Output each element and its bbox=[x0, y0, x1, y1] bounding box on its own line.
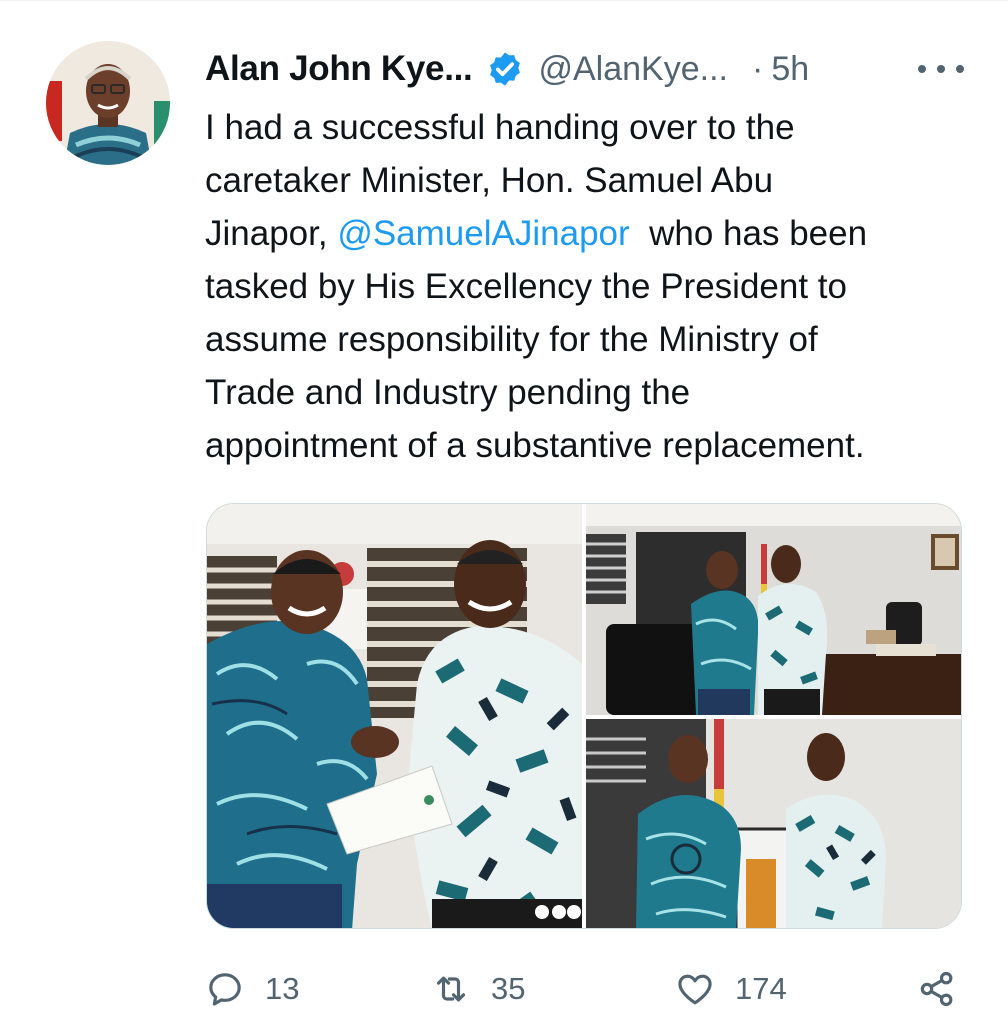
tweet-text-line: caretaker Minister, Hon. Samuel Abu bbox=[205, 161, 774, 200]
tweet-text-line: appointment of a substantive replacement… bbox=[205, 426, 865, 465]
tweet-text-line: I had a successful handing over to the bbox=[205, 108, 795, 147]
retweet-button[interactable]: 35 bbox=[431, 961, 525, 1017]
like-count: 174 bbox=[735, 971, 787, 1006]
retweet-count: 35 bbox=[491, 971, 526, 1006]
tweet-actions: 13 35 174 bbox=[205, 961, 965, 1017]
dot bbox=[937, 65, 945, 73]
verified-badge-icon bbox=[486, 50, 524, 88]
timestamp[interactable]: 5h bbox=[771, 50, 809, 89]
author-name[interactable]: Alan John Kye... bbox=[205, 49, 473, 89]
more-dots-icon[interactable] bbox=[918, 61, 964, 77]
dot bbox=[918, 65, 926, 73]
author-handle[interactable]: @AlanKye... bbox=[538, 50, 728, 89]
photo-office[interactable] bbox=[586, 504, 961, 715]
reply-button[interactable]: 13 bbox=[205, 961, 299, 1017]
tweet-header: Alan John Kye... @AlanKye... · 5h bbox=[205, 41, 965, 97]
tweet-text-line: Jinapor, @SamuelAJinapor who has been bbox=[205, 207, 985, 260]
share-button[interactable] bbox=[917, 961, 957, 1017]
avatar-image bbox=[46, 41, 170, 165]
share-nodes-icon bbox=[920, 971, 953, 1007]
mention-link[interactable]: @SamuelAJinapor bbox=[337, 214, 629, 253]
retweet-icon bbox=[436, 976, 466, 1002]
tweet-text-fragment: Jinapor, bbox=[205, 214, 338, 253]
tweet-card[interactable]: Alan John Kye... @AlanKye... · 5h I had … bbox=[0, 0, 1008, 1024]
tweet-text-fragment: who has been bbox=[629, 214, 868, 253]
like-button[interactable]: 174 bbox=[675, 961, 787, 1017]
dot bbox=[956, 65, 964, 73]
reply-bubble-icon bbox=[209, 973, 241, 1006]
avatar[interactable] bbox=[46, 41, 170, 165]
photo-handshake[interactable] bbox=[207, 504, 582, 928]
tweet-text: I had a successful handing over to the c… bbox=[205, 101, 985, 472]
heart-icon bbox=[678, 974, 712, 1005]
reply-count: 13 bbox=[265, 971, 300, 1006]
photo-standing[interactable] bbox=[586, 719, 961, 928]
tweet-text-line: Trade and Industry pending the bbox=[205, 373, 691, 412]
tweet-text-line: tasked by His Excellency the President t… bbox=[205, 267, 847, 306]
tweet-text-line: assume responsibility for the Ministry o… bbox=[205, 320, 818, 359]
media-grid bbox=[206, 503, 962, 929]
separator-dot: · bbox=[751, 49, 764, 88]
